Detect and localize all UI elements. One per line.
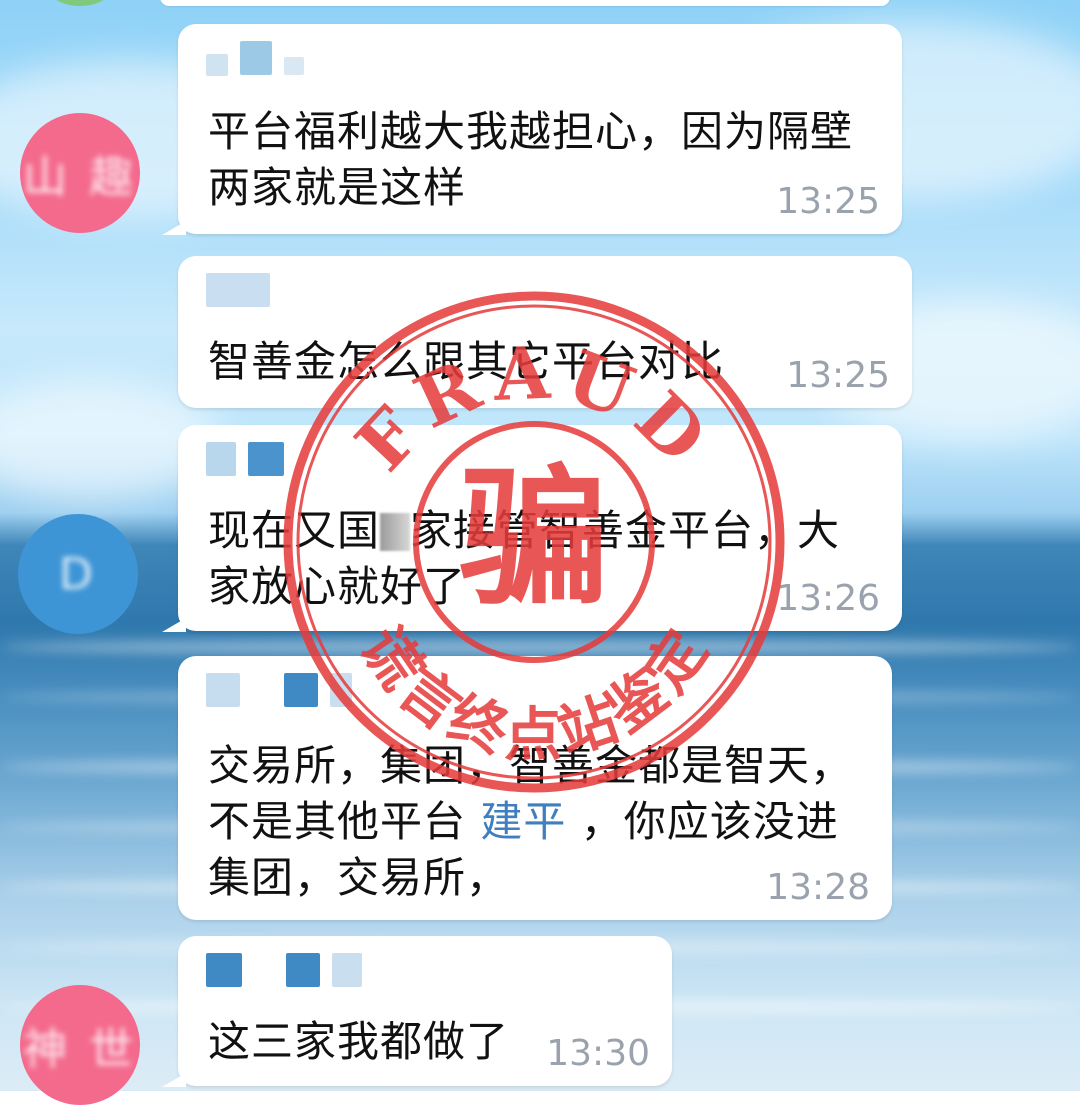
message-text: 现在又国 家接管智善金平台，大家放心就好了 (208, 503, 872, 615)
avatar[interactable]: 神 世 (20, 985, 140, 1105)
redacted-mark (380, 513, 411, 551)
sender-name (206, 670, 352, 710)
message-bubble[interactable]: 交易所，集团，智善金都是智天，不是其他平台 建平 ，你应该没进集团，交易所， 1… (178, 656, 892, 920)
message-text: 智善金怎么跟其它平台对比 (208, 337, 725, 386)
message-text: 平台福利越大我越担心，因为隔壁两家就是这样 (208, 107, 854, 212)
sender-name (206, 439, 284, 479)
message-text-part: 现在又国 (208, 506, 381, 555)
avatar[interactable]: 山 趣 (20, 113, 140, 233)
message-text: 交易所，集团，智善金都是智天，不是其他平台 建平 ，你应该没进集团，交易所， (208, 738, 862, 906)
message-bubble[interactable] (160, 0, 890, 6)
sender-name (206, 38, 304, 78)
message-time: 13:28 (766, 867, 870, 908)
message-bubble[interactable]: 这三家我都做了 13:30 (162, 936, 672, 1087)
message-time: 13:25 (776, 181, 880, 222)
message-time: 13:25 (786, 355, 890, 396)
sender-name (206, 270, 270, 310)
bubble-tail (162, 618, 186, 632)
message-bubble[interactable]: 现在又国 家接管智善金平台，大家放心就好了 13:26 (162, 425, 902, 632)
avatar-label: D (59, 548, 97, 600)
message-time: 13:26 (776, 578, 880, 619)
avatar-label: 神 世 (23, 1024, 137, 1075)
message-bubble[interactable]: 平台福利越大我越担心，因为隔壁两家就是这样 13:25 (162, 24, 902, 235)
bubble-tail (162, 1073, 186, 1087)
message-bubble[interactable]: 智善金怎么跟其它平台对比 13:25 (178, 256, 912, 408)
message-time: 13:30 (546, 1033, 650, 1074)
mention-link[interactable]: 建平 (480, 797, 566, 846)
avatar-label: 山 趣 (23, 152, 137, 203)
sender-name (206, 950, 362, 990)
bubble-tail (162, 221, 186, 235)
avatar[interactable]: D (18, 514, 138, 634)
